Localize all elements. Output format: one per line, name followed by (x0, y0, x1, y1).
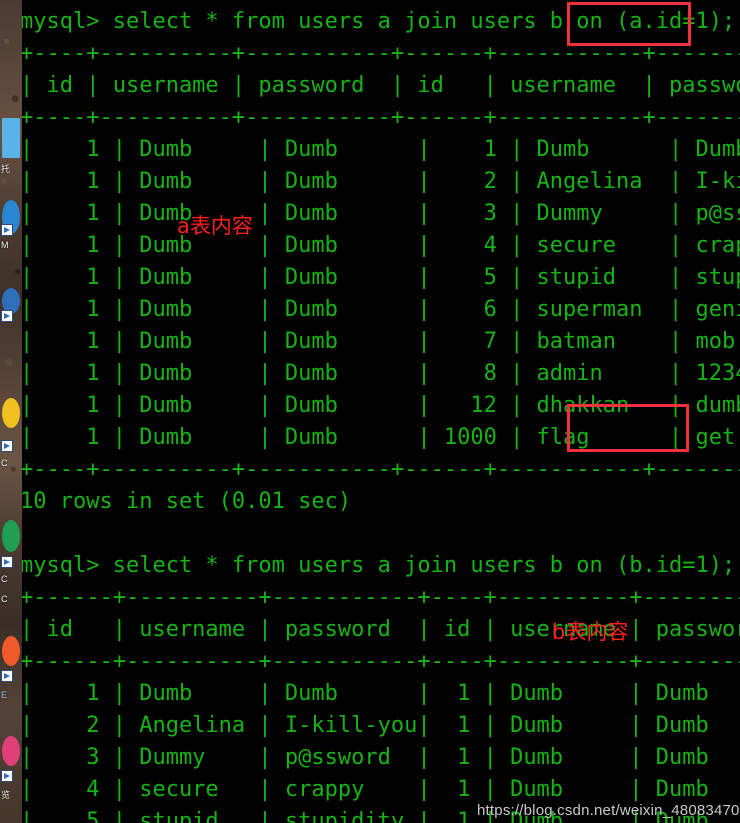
yellow-circle-icon[interactable] (2, 398, 20, 428)
desktop-icon-glyph-3: C (1, 574, 8, 584)
shortcut-icon[interactable] (1, 224, 13, 236)
table-a-header-separator: +----+----------+-----------+------+----… (22, 105, 740, 130)
shortcut-icon-4[interactable] (1, 556, 13, 568)
pink-circle-icon[interactable] (2, 736, 20, 766)
annotation-b-table: b表内容 (552, 620, 629, 644)
desktop-icon-glyph-5: E (1, 690, 8, 700)
table-a-body: | 1 | Dumb | Dumb | 1 | Dumb | Dumb | | … (22, 137, 740, 450)
shortcut-icon-3[interactable] (1, 440, 13, 452)
blue-rectangle-icon[interactable] (2, 118, 20, 158)
annotation-a-table: a表内容 (177, 214, 253, 238)
query-line-b: mysql> select * from users a join users … (22, 553, 736, 578)
table-a-top-separator: +----+----------+-----------+------+----… (22, 41, 740, 66)
table-b-header-separator: +------+----------+-----------+----+----… (22, 649, 740, 674)
desktop-icon-glyph-6: 览 (1, 790, 11, 800)
terminal-screen: mysql> select * from users a join users … (22, 6, 740, 823)
table-a-bottom-separator: +----+----------+-----------+------+----… (22, 457, 740, 482)
desktop-icon-glyph: 托 (1, 164, 11, 174)
shortcut-icon-2[interactable] (1, 310, 13, 322)
shortcut-icon-6[interactable] (1, 770, 13, 782)
mysql-terminal-window[interactable]: mysql> select * from users a join users … (22, 0, 740, 823)
query-line-a: mysql> select * from users a join users … (22, 9, 736, 34)
desktop-background-strip: 托 M C C C E 览 (0, 0, 22, 823)
orange-circle-icon[interactable] (2, 636, 20, 666)
table-b-top-separator: +------+----------+-----------+----+----… (22, 585, 740, 610)
table-a-header-row: | id | username | password | id | userna… (22, 73, 740, 98)
desktop-icon-label: M (1, 240, 9, 250)
desktop-icon-glyph-2: C (1, 458, 8, 468)
table-b-header-row: | id | username | password | id | userna… (22, 617, 740, 642)
green-circle-icon[interactable] (2, 520, 20, 552)
table-a-status: 10 rows in set (0.01 sec) (22, 489, 352, 514)
watermark-url: https://blog.csdn.net/weixin_48083470 (477, 802, 740, 819)
shortcut-icon-5[interactable] (1, 670, 13, 682)
desktop-icon-glyph-4: C (1, 594, 8, 604)
